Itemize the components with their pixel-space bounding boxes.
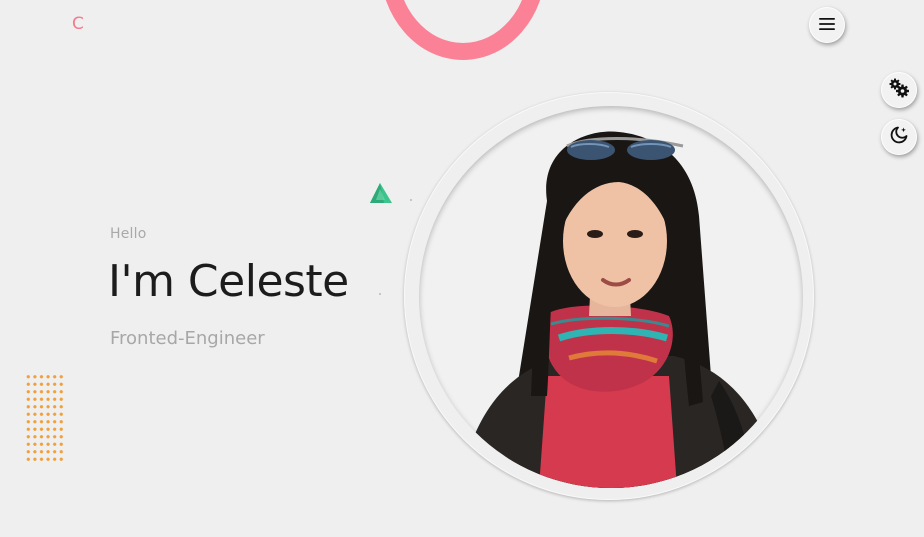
settings-button[interactable] [881,72,917,108]
menu-button[interactable] [809,7,845,43]
decorative-speck [410,199,412,201]
site-logo[interactable]: C [72,14,84,34]
profile-photo [419,106,803,488]
decorative-speck [379,293,381,295]
gears-icon [888,78,910,102]
theme-toggle-button[interactable] [881,119,917,155]
hero-name: I'm Celeste [108,256,349,307]
hero-role: Fronted-Engineer [110,328,265,349]
hamburger-menu-icon [818,16,836,35]
decorative-dot-grid [25,373,65,463]
page: C Hello I'm Celeste Fronted-Engineer [0,0,924,537]
moon-star-icon [889,125,909,149]
decorative-ring [380,0,546,60]
greeting-text: Hello [110,226,147,242]
decorative-triangle-icon [369,182,393,204]
